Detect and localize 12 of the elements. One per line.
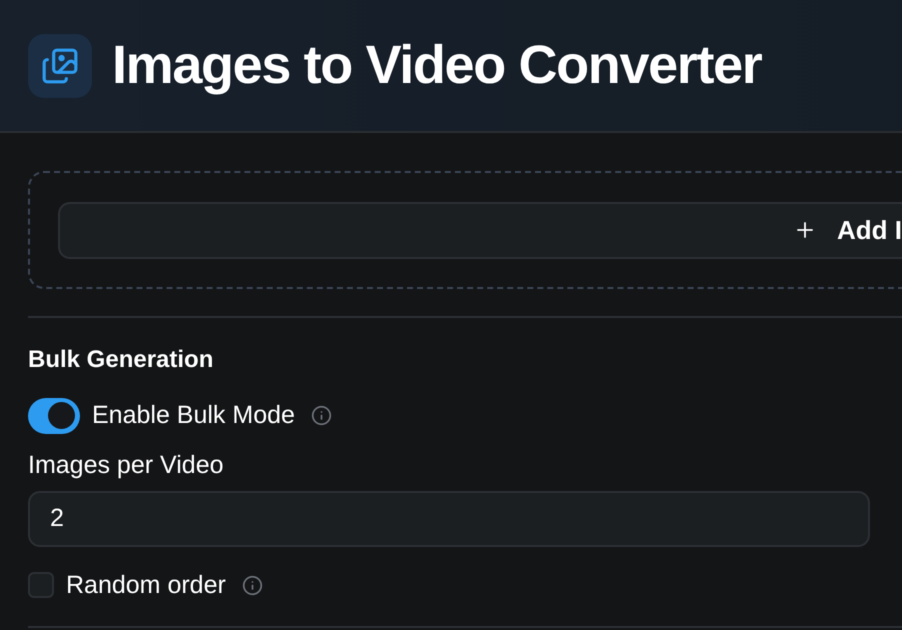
info-icon: [310, 405, 332, 426]
info-icon: [242, 574, 263, 596]
images-per-video-field[interactable]: 2: [28, 490, 870, 546]
app-title: Images to Video Converter: [112, 34, 762, 97]
checkbox[interactable]: [28, 572, 54, 598]
checkbox-label: Random order: [66, 570, 226, 600]
add-images-button[interactable]: Add I: [58, 202, 902, 258]
toggle-switch[interactable]: [28, 398, 80, 434]
app-logo-icon: [28, 34, 92, 98]
field-label: Images per Video: [28, 452, 224, 478]
section-heading: Bulk Generation: [28, 348, 214, 372]
toggle-label: Enable Bulk Mode: [92, 400, 295, 431]
